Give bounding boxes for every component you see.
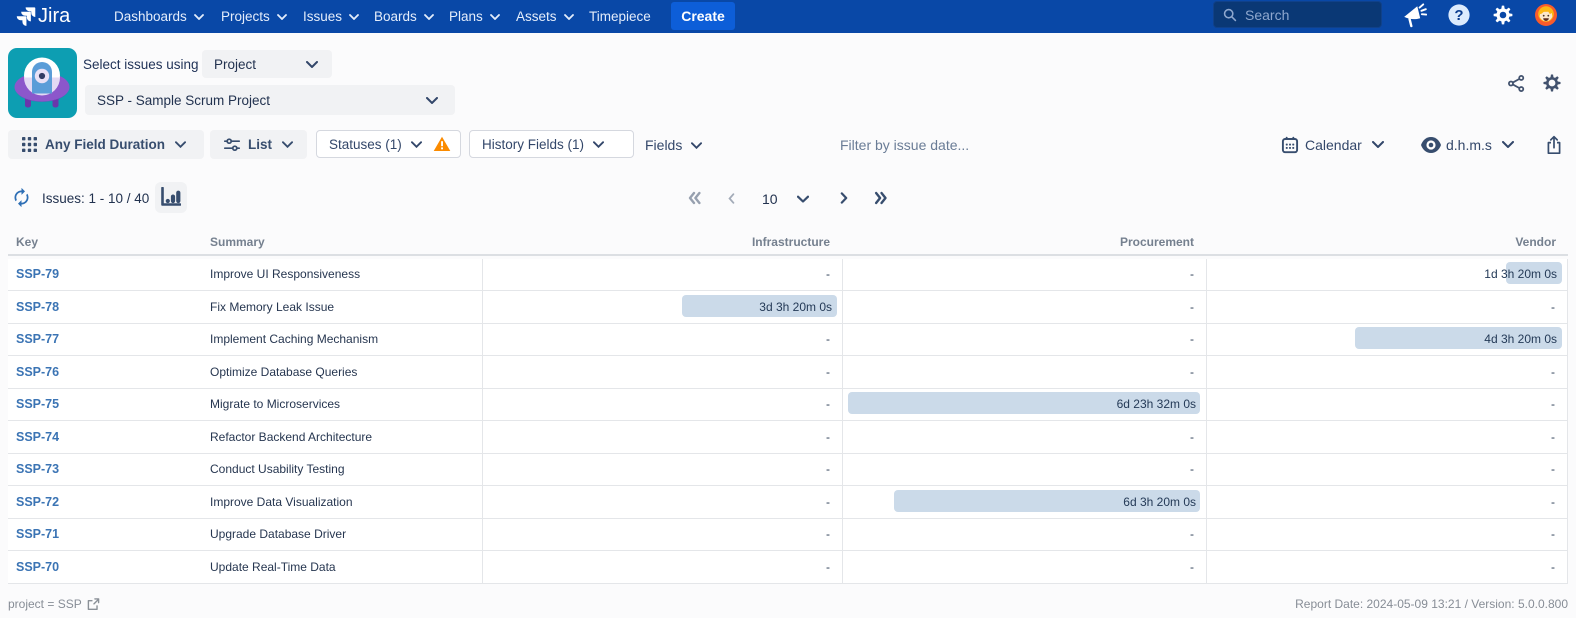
svg-text:?: ? <box>1454 7 1463 24</box>
